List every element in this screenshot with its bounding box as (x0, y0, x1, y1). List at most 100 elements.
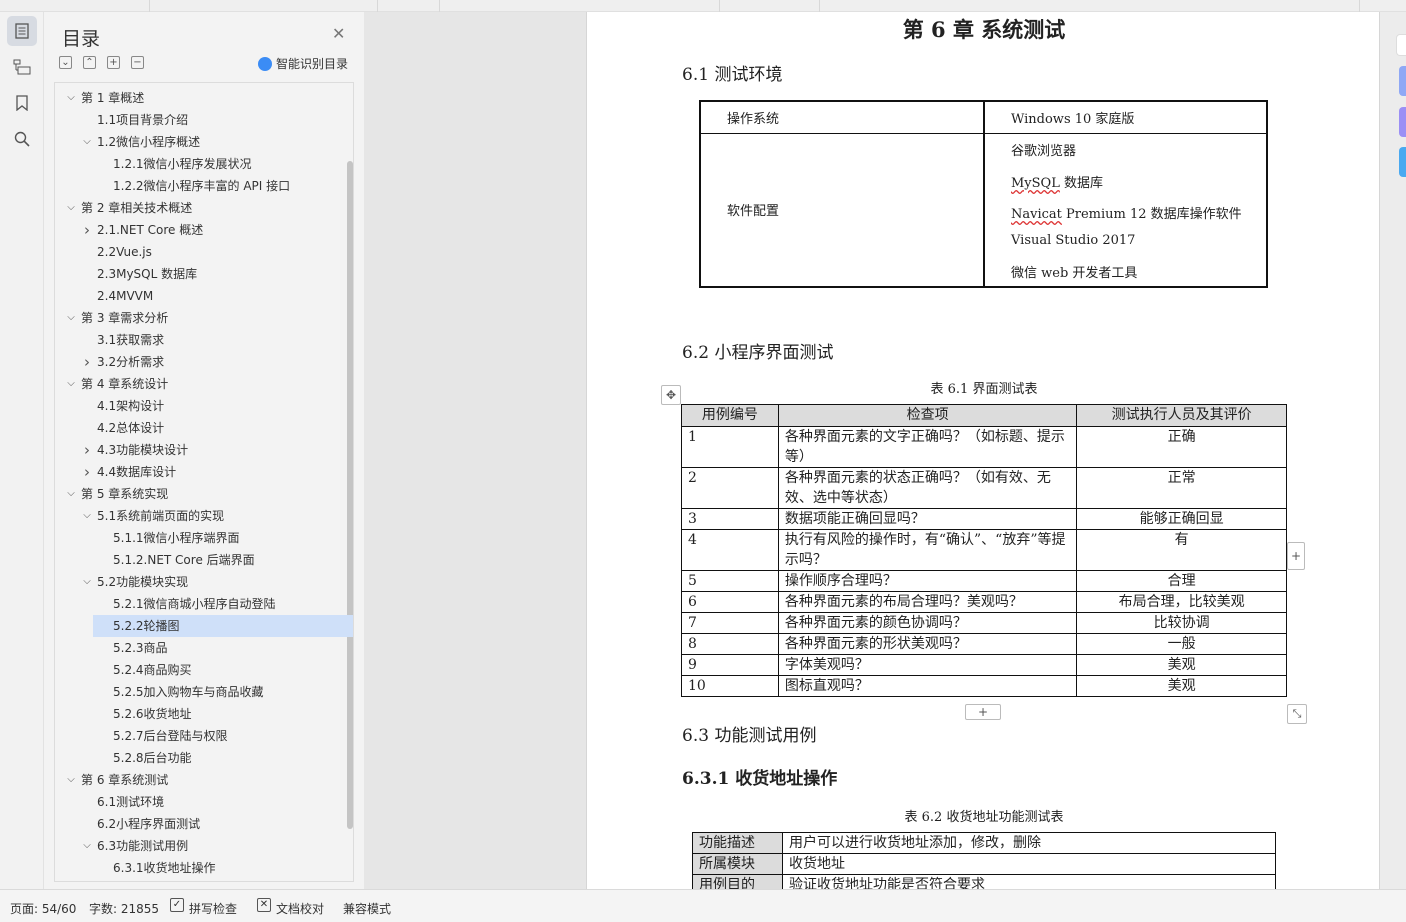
toc-item[interactable]: ⌵ 1.2微信小程序概述 (55, 131, 343, 153)
chevron-right-icon[interactable]: › (81, 461, 93, 483)
side-tool-button-3[interactable] (1399, 147, 1406, 177)
toc-item[interactable]: 5.2.5加入购物车与商品收藏 (55, 681, 343, 703)
table-row: 8 各种界面元素的形状美观吗？ 一般 (681, 633, 1287, 655)
toc-item[interactable]: ⌵ 第 1 章概述 (55, 87, 343, 109)
chevron-right-icon[interactable]: › (81, 219, 93, 241)
toc-item[interactable]: 1.1项目背景介绍 (55, 109, 343, 131)
table-row: 1 各种界面元素的文字正确吗？（如标题、提示等） 正确 (681, 426, 1287, 468)
toc-item[interactable]: 5.2.1微信商城小程序自动登陆 (55, 593, 343, 615)
chevron-down-icon[interactable]: ⌵ (81, 505, 93, 527)
chevron-down-icon[interactable]: ⌵ (65, 197, 77, 219)
toc-item[interactable]: 5.2.4商品购买 (55, 659, 343, 681)
environment-table: 操作系统 Windows 10 家庭版 软件配置 谷歌浏览器 MySQL 数据库… (699, 100, 1268, 288)
add-row-icon[interactable]: + (965, 704, 1001, 720)
toc-item[interactable]: 6.2小程序界面测试 (55, 813, 343, 835)
t1-cell-item: 各种界面元素的形状美观吗？ (777, 633, 1078, 655)
toc-item[interactable]: ⌵ 第 4 章系统设计 (55, 373, 343, 395)
side-tool-button-1[interactable] (1399, 66, 1406, 96)
toc-item[interactable]: ⌵ 5.2功能模块实现 (55, 571, 343, 593)
table-6-1-caption: 表 6.1 界面测试表 (930, 382, 1038, 397)
side-icon-bar (0, 12, 44, 889)
chevron-down-icon[interactable]: ⌵ (65, 373, 77, 395)
toc-item[interactable]: ⌵ 第 6 章系统测试 (55, 769, 343, 791)
side-tool-button-2[interactable] (1399, 107, 1406, 137)
t1-cell-eval: 正常 (1076, 467, 1287, 509)
proofread-icon[interactable]: ✕ (257, 898, 271, 912)
bookmark-icon[interactable] (7, 88, 37, 118)
toc-scrollbar[interactable] (347, 161, 353, 829)
smart-toc-button[interactable]: 智能识别目录 (258, 55, 348, 72)
toc-item[interactable]: 4.2总体设计 (55, 417, 343, 439)
t1-cell-item: 各种界面元素的布局合理吗？美观吗？ (777, 591, 1078, 613)
spell-check-icon[interactable]: ✓ (170, 898, 184, 912)
toc-item[interactable]: 5.2.7后台登陆与权限 (55, 725, 343, 747)
toc-panel-icon[interactable] (7, 16, 37, 46)
chevron-right-icon[interactable]: › (81, 439, 93, 461)
toc-item-label: 5.2.7后台登陆与权限 (113, 729, 228, 743)
side-tab-button[interactable] (1396, 34, 1406, 56)
toc-item-label: 第 5 章系统实现 (81, 487, 169, 501)
t1-cell-item: 各种界面元素的颜色协调吗？ (777, 612, 1078, 634)
toc-item[interactable]: 2.2Vue.js (55, 241, 343, 263)
chevron-down-icon[interactable]: ⌵ (65, 307, 77, 329)
t1-cell-id: 10 (681, 675, 779, 697)
chevron-down-icon[interactable]: ⌵ (65, 769, 77, 791)
toc-item-label: 3.1获取需求 (97, 333, 165, 347)
toc-item[interactable]: › 4.3功能模块设计 (55, 439, 343, 461)
chevron-down-icon[interactable]: ⌵ (81, 131, 93, 153)
chevron-right-icon[interactable]: › (81, 351, 93, 373)
toc-item[interactable]: 5.2.3商品 (55, 637, 343, 659)
toc-item[interactable]: › 3.2分析需求 (55, 351, 343, 373)
env-software-2a: MySQL (1011, 176, 1060, 191)
collapse-all-icon[interactable]: ⌄ (59, 56, 72, 69)
table-resize-icon[interactable]: ⤡ (1287, 704, 1307, 724)
expand-level-icon[interactable]: ⌃ (83, 56, 96, 69)
proofread-button[interactable]: 文档校对 (276, 900, 324, 917)
toc-item[interactable]: 1.2.2微信小程序丰富的 API 接口 (55, 175, 343, 197)
env-software-2: MySQL 数据库 (1011, 172, 1103, 191)
toc-item[interactable]: 5.2.6收货地址 (55, 703, 343, 725)
word-count[interactable]: 字数: 21855 (89, 900, 159, 917)
toc-item[interactable]: 5.1.2.NET Core 后端界面 (55, 549, 343, 571)
toc-item[interactable]: 1.2.1微信小程序发展状况 (55, 153, 343, 175)
t1-header-id: 用例编号 (681, 404, 779, 427)
chevron-down-icon[interactable]: ⌵ (81, 571, 93, 593)
add-heading-icon[interactable]: + (107, 56, 120, 69)
env-software-5: 微信 web 开发者工具 (1011, 266, 1138, 281)
toc-item[interactable]: 5.2.2轮播图 (93, 615, 353, 637)
search-icon[interactable] (7, 124, 37, 154)
toc-item[interactable]: ⌵ 6.3功能测试用例 (55, 835, 343, 857)
env-software-key: 软件配置 (727, 204, 780, 219)
chevron-down-icon[interactable]: ⌵ (65, 87, 77, 109)
t1-cell-item: 数据项能正确回显吗？ (777, 508, 1078, 530)
toc-item[interactable]: 2.4MVVM (55, 285, 343, 307)
toc-item[interactable]: ⌵ 第 5 章系统实现 (55, 483, 343, 505)
env-os-key: 操作系统 (727, 112, 780, 127)
toc-item-label: 第 2 章相关技术概述 (81, 201, 193, 215)
toc-item[interactable]: 6.1测试环境 (55, 791, 343, 813)
toc-item[interactable]: ⌵ 第 2 章相关技术概述 (55, 197, 343, 219)
table-move-handle-icon[interactable]: ✥ (661, 385, 681, 405)
section-heading-6-1: 6.1 测试环境 (682, 65, 783, 85)
toc-item[interactable]: › 4.4数据库设计 (55, 461, 343, 483)
toc-item[interactable]: 6.3.1收货地址操作 (55, 857, 343, 879)
add-column-icon[interactable]: + (1287, 542, 1305, 570)
toc-item[interactable]: 5.2.8后台功能 (55, 747, 343, 769)
toc-item[interactable]: 3.1获取需求 (55, 329, 343, 351)
remove-heading-icon[interactable]: − (131, 56, 144, 69)
spell-check-button[interactable]: 拼写检查 (189, 900, 237, 917)
toc-item[interactable]: ⌵ 5.1系统前端页面的实现 (55, 505, 343, 527)
toc-item[interactable]: 5.1.1微信小程序端界面 (55, 527, 343, 549)
toc-item[interactable]: 4.1架构设计 (55, 395, 343, 417)
close-icon[interactable]: ✕ (332, 24, 345, 43)
toc-item[interactable]: ⌵ 第 3 章需求分析 (55, 307, 343, 329)
toc-item[interactable]: › 2.1.NET Core 概述 (55, 219, 343, 241)
outline-tree-icon[interactable] (7, 52, 37, 82)
toc-item[interactable]: 2.3MySQL 数据库 (55, 263, 343, 285)
chevron-down-icon[interactable]: ⌵ (81, 835, 93, 857)
env-software-4: Visual Studio 2017 (1011, 233, 1136, 248)
compat-mode-label: 兼容模式 (343, 902, 392, 916)
chevron-down-icon[interactable]: ⌵ (65, 483, 77, 505)
toc-item-label: 2.2Vue.js (97, 245, 152, 259)
toc-item-label: 1.2微信小程序概述 (97, 135, 201, 149)
